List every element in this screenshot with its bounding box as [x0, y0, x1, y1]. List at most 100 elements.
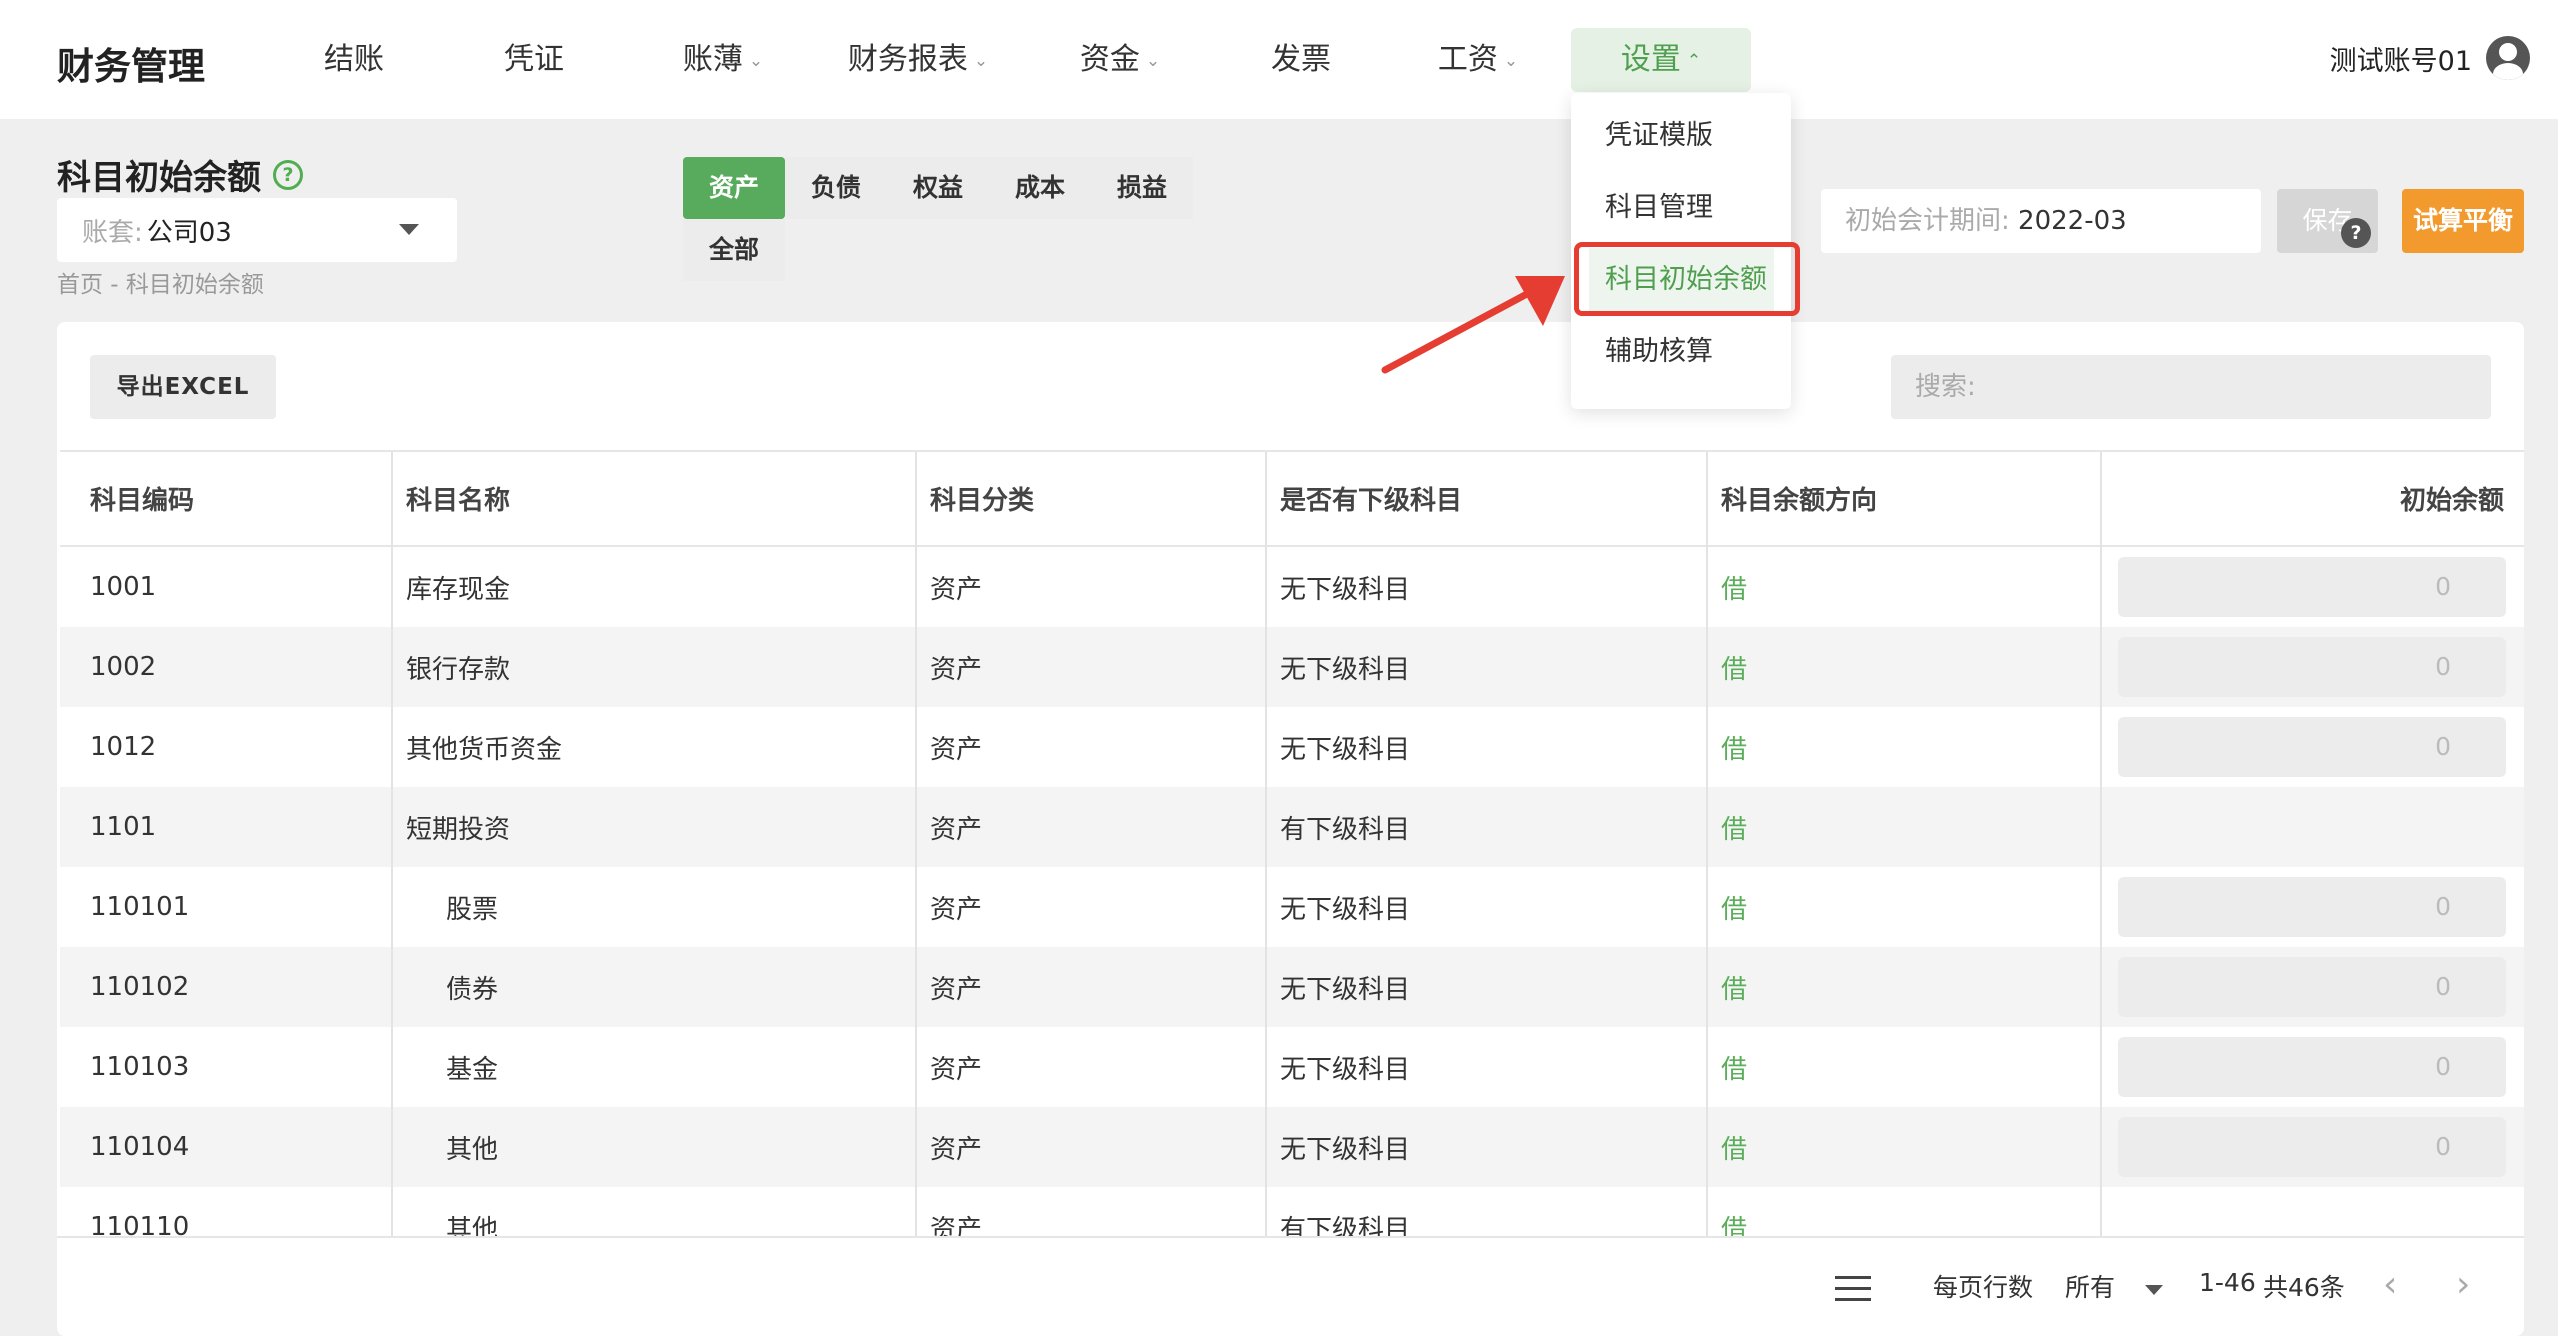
help-circle-icon[interactable]: ? — [273, 159, 303, 190]
subject-code: 110101 — [90, 892, 190, 922]
chevron-down-icon: ⌄ — [1503, 50, 1519, 71]
list-menu-icon[interactable] — [1835, 1276, 1871, 1302]
menu-item-auxiliary-accounting[interactable]: 辅助核算 — [1571, 320, 1791, 384]
page-title-text: 科目初始余额 — [57, 158, 261, 198]
nav-item-voucher[interactable]: 凭证 — [483, 28, 585, 92]
balance-direction: 借 — [1721, 814, 1748, 845]
subject-name: 库存现金 — [406, 574, 511, 605]
subject-category: 资产 — [930, 974, 983, 1005]
menu-item-voucher-template[interactable]: 凭证模版 — [1571, 104, 1791, 168]
nav-item-invoice[interactable]: 发票 — [1250, 28, 1352, 92]
column-header: 初始余额 — [2399, 486, 2504, 516]
subject-name: 其他 — [446, 1214, 499, 1237]
balance-direction: 借 — [1721, 734, 1748, 765]
subject-category: 资产 — [930, 894, 983, 925]
balance-direction: 借 — [1721, 574, 1748, 605]
subject-code: 1001 — [90, 572, 157, 602]
initial-balance-input[interactable]: 0 — [2118, 957, 2506, 1017]
nav-item-funds[interactable]: 资金 ⌄ — [1070, 28, 1170, 92]
column-header: 科目名称 — [406, 486, 511, 516]
column-divider — [1706, 452, 1708, 1236]
account-set-select[interactable]: 账套: 公司03 — [57, 198, 457, 262]
tab-profit-loss[interactable]: 损益 — [1091, 157, 1193, 219]
initial-balance-input[interactable]: 0 — [2118, 637, 2506, 697]
tab-assets[interactable]: 资产 — [683, 157, 785, 219]
tab-liabilities[interactable]: 负债 — [785, 157, 887, 219]
page-title: 科目初始余额 ? — [57, 150, 303, 199]
subject-name: 债券 — [446, 974, 499, 1005]
chevron-right-icon[interactable]: › — [2456, 1264, 2470, 1305]
initial-balance-input[interactable]: 0 — [2118, 717, 2506, 777]
menu-item-subject-management[interactable]: 科目管理 — [1571, 176, 1791, 240]
chevron-up-icon: ⌃ — [1686, 50, 1702, 71]
table-row[interactable]: 1001 库存现金 资产 无下级科目 借 0 — [60, 547, 2524, 627]
subject-name: 银行存款 — [406, 654, 511, 685]
balance-table: 科目编码 科目名称 科目分类 是否有下级科目 科目余额方向 初始余额 1001 … — [60, 450, 2524, 1236]
nav-item-label: 凭证 — [504, 42, 564, 77]
table-row[interactable]: 110104 其他 资产 无下级科目 借 0 — [60, 1107, 2524, 1187]
initial-period-label: 初始会计期间: — [1845, 206, 2010, 236]
initial-period-value: 2022-03 — [2018, 206, 2127, 236]
tab-cost[interactable]: 成本 — [989, 157, 1091, 219]
app-title: 财务管理 — [57, 45, 205, 88]
tab-all[interactable]: 全部 — [683, 219, 785, 281]
search-input[interactable]: 搜索: — [1891, 355, 2491, 419]
column-divider — [2100, 452, 2102, 1236]
user-menu[interactable]: 测试账号01 — [2330, 36, 2530, 80]
chevron-left-icon[interactable]: ‹ — [2383, 1264, 2397, 1305]
column-header: 科目余额方向 — [1721, 486, 1878, 516]
table-row[interactable]: 1002 银行存款 资产 无下级科目 借 0 — [60, 627, 2524, 707]
initial-balance-input[interactable]: 0 — [2118, 1037, 2506, 1097]
page-range: 1-46 — [2199, 1268, 2256, 1297]
nav-item-payroll[interactable]: 工资 ⌄ — [1428, 28, 1528, 92]
column-header: 科目分类 — [930, 486, 1035, 516]
subject-name: 短期投资 — [406, 814, 511, 845]
subject-code: 110102 — [90, 972, 190, 1002]
subject-name: 股票 — [446, 894, 499, 925]
has-sub-subject: 无下级科目 — [1280, 734, 1411, 765]
trial-balance-button[interactable]: 试算平衡 — [2402, 189, 2524, 253]
caret-down-icon[interactable] — [2145, 1285, 2163, 1295]
column-divider — [915, 452, 917, 1236]
export-excel-button[interactable]: 导出EXCEL — [90, 355, 276, 419]
nav-item-label: 账薄 — [682, 42, 743, 77]
initial-balance-input[interactable]: 0 — [2118, 1117, 2506, 1177]
table-row[interactable]: 110110 其他 资产 有下级科目 借 — [60, 1187, 2524, 1236]
table-row[interactable]: 110101 股票 资产 无下级科目 借 0 — [60, 867, 2524, 947]
nav-item-financial-reports[interactable]: 财务报表 ⌄ — [838, 28, 998, 92]
column-header: 是否有下级科目 — [1280, 486, 1463, 516]
initial-balance-input[interactable]: 0 — [2118, 877, 2506, 937]
subject-name: 其他货币资金 — [406, 734, 563, 765]
initial-period-field[interactable]: 初始会计期间: 2022-03 — [1821, 189, 2261, 253]
account-set-value: 公司03 — [146, 217, 232, 248]
account-set-label: 账套: — [82, 217, 143, 248]
subject-category: 资产 — [930, 1054, 983, 1085]
initial-balance-input[interactable]: 0 — [2118, 557, 2506, 617]
table-row[interactable]: 1012 其他货币资金 资产 无下级科目 借 0 — [60, 707, 2524, 787]
table-row[interactable]: 110102 债券 资产 无下级科目 借 0 — [60, 947, 2524, 1027]
has-sub-subject: 无下级科目 — [1280, 574, 1411, 605]
tab-equity[interactable]: 权益 — [887, 157, 989, 219]
has-sub-subject: 无下级科目 — [1280, 974, 1411, 1005]
nav-item-ledger[interactable]: 账薄 ⌄ — [663, 28, 783, 92]
subject-category: 资产 — [930, 734, 983, 765]
subject-code: 1101 — [90, 812, 157, 842]
balance-direction: 借 — [1721, 1134, 1748, 1165]
has-sub-subject: 无下级科目 — [1280, 894, 1411, 925]
subject-code: 1002 — [90, 652, 157, 682]
rows-per-page-select[interactable]: 所有 — [2065, 1268, 2115, 1304]
table-row[interactable]: 110103 基金 资产 无下级科目 借 0 — [60, 1027, 2524, 1107]
nav-item-closing[interactable]: 结账 — [303, 28, 405, 92]
question-icon[interactable]: ? — [2341, 218, 2371, 248]
rows-per-page-label: 每页行数 — [1933, 1273, 2034, 1302]
subject-code: 110110 — [90, 1212, 190, 1236]
subject-name: 其他 — [446, 1134, 499, 1165]
nav-item-settings[interactable]: 设置 ⌃ — [1571, 28, 1751, 92]
table-header-row: 科目编码 科目名称 科目分类 是否有下级科目 科目余额方向 初始余额 — [60, 452, 2524, 547]
annotation-arrow-icon — [1381, 276, 1565, 374]
balance-direction: 借 — [1721, 894, 1748, 925]
column-divider — [1265, 452, 1267, 1236]
nav-item-label: 工资 — [1437, 42, 1498, 77]
table-row[interactable]: 1101 短期投资 资产 有下级科目 借 — [60, 787, 2524, 867]
subject-category: 资产 — [930, 574, 983, 605]
